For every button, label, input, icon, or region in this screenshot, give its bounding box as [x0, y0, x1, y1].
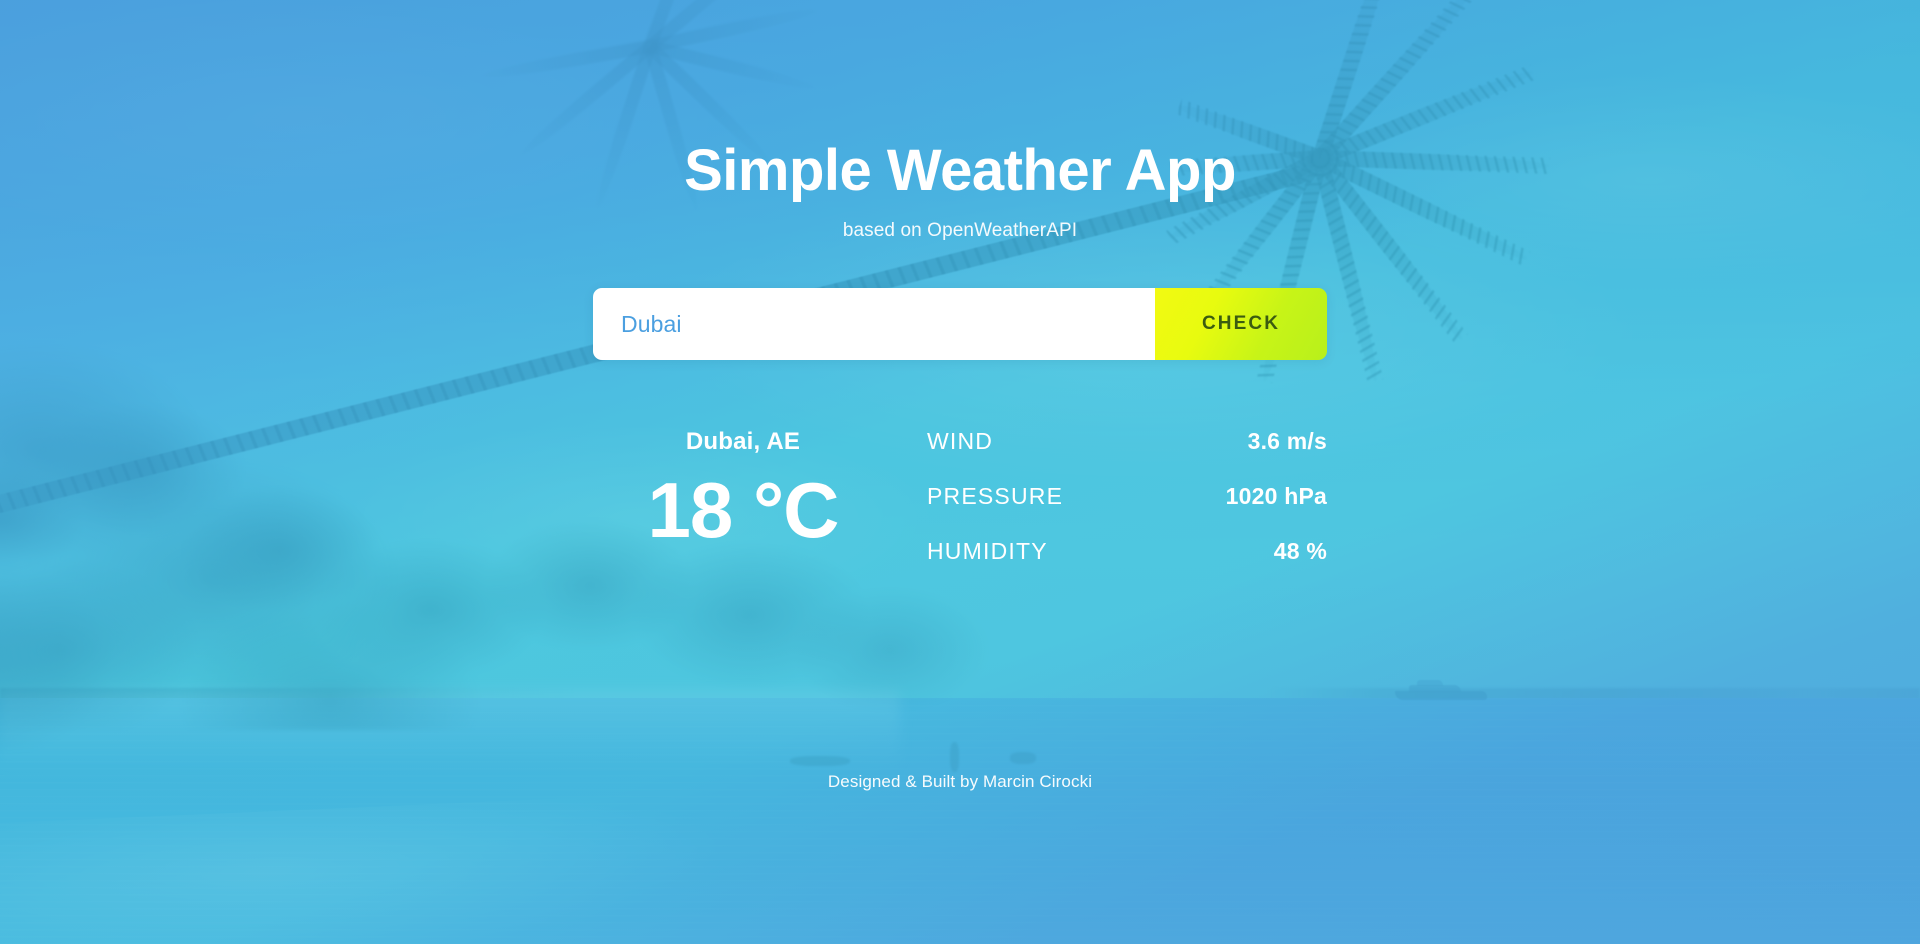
stat-value-pressure: 1020 hPa: [1225, 483, 1327, 509]
stat-value-wind: 3.6 m/s: [1247, 428, 1327, 454]
location-name: Dubai, AE: [685, 428, 801, 455]
stat-row-pressure: PRESSURE 1020 hPa: [927, 483, 1327, 510]
weather-app: Simple Weather App based on OpenWeatherA…: [0, 0, 1920, 944]
stat-row-humidity: HUMIDITY 48 %: [927, 538, 1327, 565]
stat-label-pressure: PRESSURE: [927, 483, 1064, 509]
stat-value-humidity: 48 %: [1273, 538, 1327, 564]
weather-primary: Dubai, AE 18 °C: [593, 424, 893, 552]
temperature-value: 18 °C: [647, 466, 840, 554]
page-title: Simple Weather App: [684, 138, 1236, 203]
check-button[interactable]: CHECK: [1155, 288, 1327, 360]
footer-credit: Designed & Built by Marcin Cirocki: [827, 772, 1093, 791]
weather-results: Dubai, AE 18 °C WIND 3.6 m/s PRESSURE 10…: [593, 424, 1327, 565]
weather-details: WIND 3.6 m/s PRESSURE 1020 hPa HUMIDITY …: [927, 424, 1327, 565]
stat-row-wind: WIND 3.6 m/s: [927, 428, 1327, 455]
page-subtitle: based on OpenWeatherAPI: [842, 220, 1078, 241]
search-form: CHECK: [593, 288, 1327, 360]
city-search-input[interactable]: [593, 288, 1155, 360]
stat-label-humidity: HUMIDITY: [927, 538, 1048, 564]
stat-label-wind: WIND: [927, 428, 994, 454]
